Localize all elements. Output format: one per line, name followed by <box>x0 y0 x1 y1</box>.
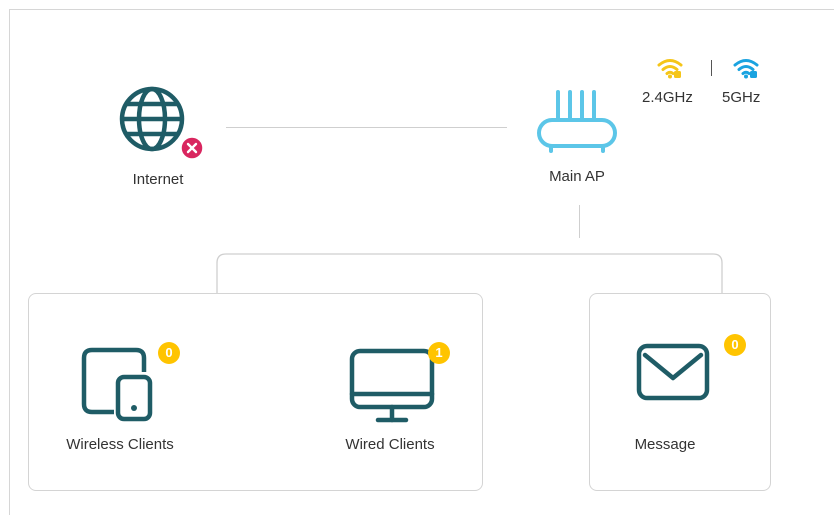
monitor-icon <box>349 348 435 423</box>
panel-border-top <box>9 9 834 10</box>
wired-clients-count-badge: 1 <box>428 342 450 364</box>
wired-clients-button[interactable]: 1 <box>348 342 460 426</box>
panel-border-left <box>9 9 10 515</box>
wifi-2g-icon <box>657 59 683 79</box>
network-map: Internet Main AP 2.4GHz 5GHz 0 Wireless … <box>0 0 834 515</box>
branch-connector <box>216 253 723 295</box>
wifi-5g-icon <box>733 59 759 79</box>
router-icon <box>537 90 617 153</box>
main-ap-label: Main AP <box>549 168 605 185</box>
wireless-clients-label: Wireless Clients <box>66 436 174 453</box>
band-5g-label: 5GHz <box>722 89 761 106</box>
wireless-clients-button[interactable]: 0 <box>80 342 180 426</box>
band-2g-label: 2.4GHz <box>642 89 693 106</box>
disconnected-x-icon <box>180 136 204 160</box>
internet-ap-link <box>226 127 507 128</box>
message-label: Message <box>634 436 696 453</box>
band-separator <box>711 60 712 76</box>
devices-icon <box>81 347 153 422</box>
ap-down-link <box>579 205 580 238</box>
main-ap-node[interactable] <box>529 88 623 154</box>
message-button[interactable]: 0 <box>636 334 756 404</box>
internet-node[interactable] <box>108 80 204 162</box>
wireless-clients-count-badge: 0 <box>158 342 180 364</box>
wired-clients-label: Wired Clients <box>345 436 435 453</box>
envelope-icon <box>636 343 710 401</box>
internet-label: Internet <box>132 171 184 188</box>
message-count-badge: 0 <box>724 334 746 356</box>
